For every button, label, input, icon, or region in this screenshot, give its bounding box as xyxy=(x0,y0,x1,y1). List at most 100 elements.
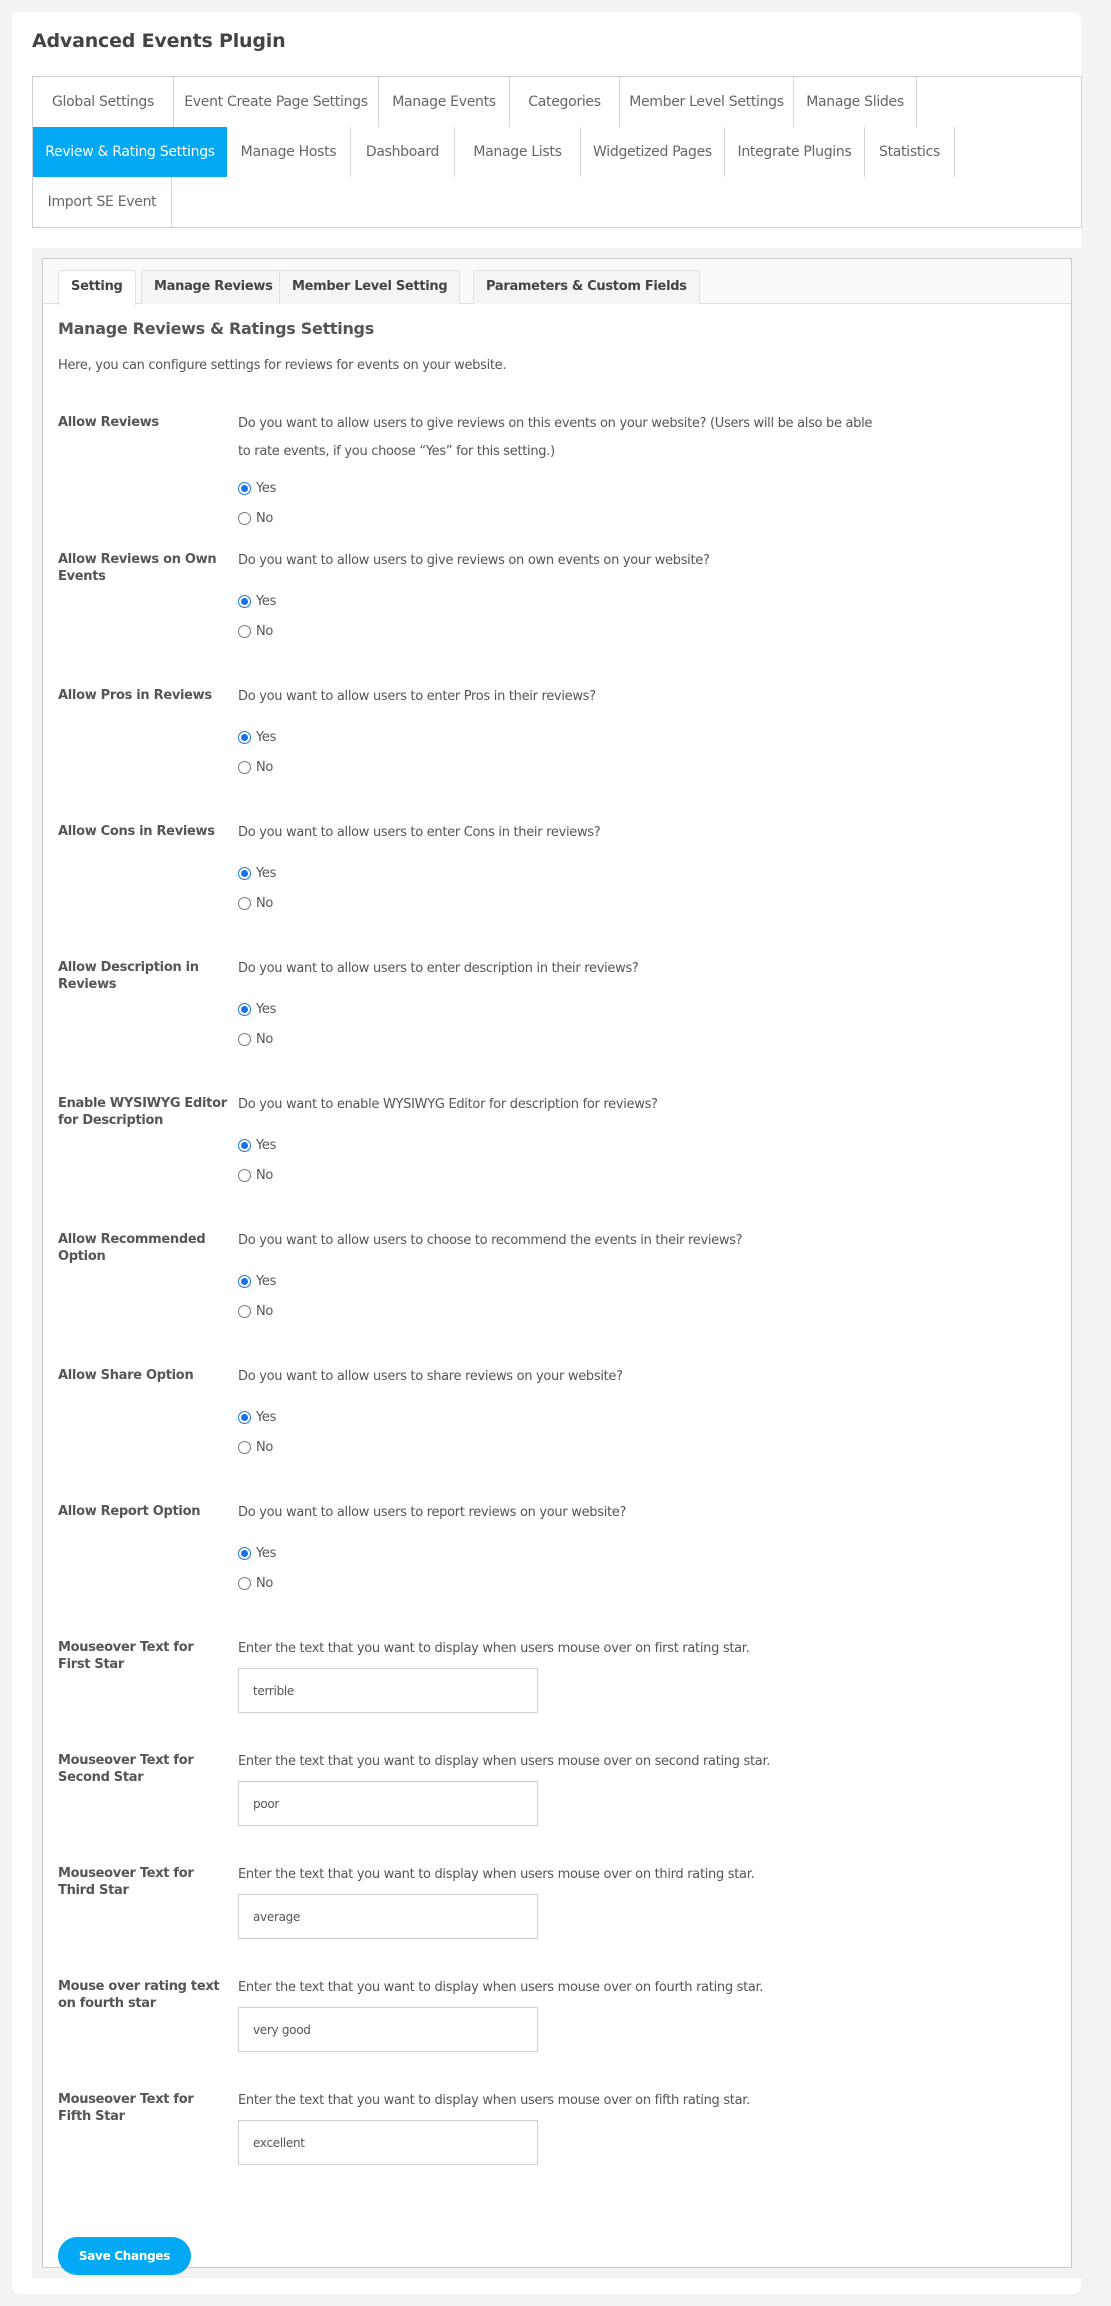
radio-button[interactable] xyxy=(238,482,251,495)
radio-button[interactable] xyxy=(238,1577,251,1590)
star-text-input[interactable] xyxy=(238,2120,538,2165)
radio-label: Yes xyxy=(256,1410,277,1425)
radio-button[interactable] xyxy=(238,1411,251,1424)
main-tab-bar: Global Settings Event Create Page Settin… xyxy=(32,76,1082,228)
setting-description: Do you want to allow users to give revie… xyxy=(238,553,710,568)
setting-description: Do you want to allow users to share revi… xyxy=(238,1369,623,1384)
tab-global-settings[interactable]: Global Settings xyxy=(33,77,174,127)
tab-member-level-settings[interactable]: Member Level Settings xyxy=(620,77,794,127)
setting-label: Allow Reviews on Own Events xyxy=(58,552,217,584)
setting-description: Enter the text that you want to display … xyxy=(238,1641,750,1656)
setting-description: Do you want to allow users to enter Cons… xyxy=(238,825,601,840)
radio-label: No xyxy=(256,511,274,526)
radio-label: No xyxy=(256,1576,274,1591)
setting-label: Allow Pros in Reviews xyxy=(58,688,212,703)
radio-button[interactable] xyxy=(238,1139,251,1152)
save-changes-button[interactable]: Save Changes xyxy=(58,2237,191,2275)
radio-option-no[interactable]: No xyxy=(238,511,273,526)
tab-event-create-page-settings[interactable]: Event Create Page Settings xyxy=(174,77,379,127)
tab-manage-lists[interactable]: Manage Lists xyxy=(455,127,581,177)
sub-tab-bar: Setting Manage Reviews Member Level Sett… xyxy=(43,259,1071,305)
setting-label: Mouse over rating text on fourth star xyxy=(58,1979,220,2011)
radio-button[interactable] xyxy=(238,1033,251,1046)
radio-option-yes[interactable]: Yes xyxy=(238,1138,276,1153)
setting-label: Enable WYSIWYG Editor for Description xyxy=(58,1096,227,1128)
radio-option-yes[interactable]: Yes xyxy=(238,866,276,881)
star-text-input[interactable] xyxy=(238,1781,538,1826)
radio-button[interactable] xyxy=(238,897,251,910)
radio-option-yes[interactable]: Yes xyxy=(238,1002,276,1017)
page-title: Advanced Events Plugin xyxy=(32,30,286,52)
radio-option-no[interactable]: No xyxy=(238,896,273,911)
radio-button[interactable] xyxy=(238,1003,251,1016)
radio-option-no[interactable]: No xyxy=(238,760,273,775)
tab-widgetized-pages[interactable]: Widgetized Pages xyxy=(581,127,725,177)
tab-import-se-event[interactable]: Import SE Event xyxy=(33,177,172,227)
radio-button[interactable] xyxy=(238,1441,251,1454)
radio-button[interactable] xyxy=(238,1169,251,1182)
setting-label: Mouseover Text for Fifth Star xyxy=(58,2092,194,2124)
setting-description: Do you want to allow users to enter Pros… xyxy=(238,689,596,704)
radio-option-no[interactable]: No xyxy=(238,1032,273,1047)
setting-label: Allow Share Option xyxy=(58,1368,194,1383)
radio-label: Yes xyxy=(256,1138,277,1153)
subtab-manage-reviews[interactable]: Manage Reviews xyxy=(141,270,286,304)
radio-label: No xyxy=(256,1168,274,1183)
radio-option-no[interactable]: No xyxy=(238,1168,273,1183)
setting-label: Mouseover Text for First Star xyxy=(58,1640,194,1672)
radio-label: No xyxy=(256,1304,274,1319)
radio-button[interactable] xyxy=(238,1275,251,1288)
radio-option-no[interactable]: No xyxy=(238,1440,273,1455)
radio-option-yes[interactable]: Yes xyxy=(238,594,276,609)
section-description: Here, you can configure settings for rev… xyxy=(58,358,507,373)
tab-manage-hosts[interactable]: Manage Hosts xyxy=(227,127,351,177)
radio-option-no[interactable]: No xyxy=(238,624,273,639)
radio-label: Yes xyxy=(256,594,277,609)
setting-label: Allow Reviews xyxy=(58,415,159,430)
star-text-input[interactable] xyxy=(238,1894,538,1939)
setting-label: Mouseover Text for Third Star xyxy=(58,1866,194,1898)
tab-integrate-plugins[interactable]: Integrate Plugins xyxy=(725,127,865,177)
setting-label: Allow Report Option xyxy=(58,1504,201,1519)
radio-button[interactable] xyxy=(238,731,251,744)
radio-option-yes[interactable]: Yes xyxy=(238,1274,276,1289)
radio-button[interactable] xyxy=(238,625,251,638)
radio-label: Yes xyxy=(256,730,277,745)
setting-description: Do you want to enable WYSIWYG Editor for… xyxy=(238,1097,658,1112)
radio-option-yes[interactable]: Yes xyxy=(238,1410,276,1425)
radio-button[interactable] xyxy=(238,1547,251,1560)
setting-description: Enter the text that you want to display … xyxy=(238,1867,755,1882)
setting-description: Do you want to allow users to report rev… xyxy=(238,1505,627,1520)
radio-button[interactable] xyxy=(238,512,251,525)
subtab-parameters-custom-fields[interactable]: Parameters & Custom Fields xyxy=(473,270,700,304)
settings-wrapper: Setting Manage Reviews Member Level Sett… xyxy=(32,248,1082,2278)
tab-manage-slides[interactable]: Manage Slides xyxy=(794,77,917,127)
subtab-member-level-setting[interactable]: Member Level Setting xyxy=(279,270,461,304)
settings-panel: Setting Manage Reviews Member Level Sett… xyxy=(42,258,1072,2275)
subtab-setting[interactable]: Setting xyxy=(58,270,136,305)
setting-description: Enter the text that you want to display … xyxy=(238,2093,750,2108)
radio-button[interactable] xyxy=(238,595,251,608)
radio-label: No xyxy=(256,1440,274,1455)
star-text-input[interactable] xyxy=(238,1668,538,1713)
star-text-input[interactable] xyxy=(238,2007,538,2052)
setting-label: Allow Description in Reviews xyxy=(58,960,199,992)
radio-label: Yes xyxy=(256,481,277,496)
radio-option-yes[interactable]: Yes xyxy=(238,1546,276,1561)
tab-dashboard[interactable]: Dashboard xyxy=(351,127,455,177)
radio-button[interactable] xyxy=(238,867,251,880)
radio-button[interactable] xyxy=(238,1305,251,1318)
setting-label: Mouseover Text for Second Star xyxy=(58,1753,194,1785)
radio-label: No xyxy=(256,1032,274,1047)
tab-categories[interactable]: Categories xyxy=(510,77,620,127)
setting-label: Allow Cons in Reviews xyxy=(58,824,215,839)
tab-review-rating-settings[interactable]: Review & Rating Settings xyxy=(33,127,227,177)
tab-statistics[interactable]: Statistics xyxy=(865,127,955,177)
tab-manage-events[interactable]: Manage Events xyxy=(379,77,510,127)
radio-option-no[interactable]: No xyxy=(238,1576,273,1591)
radio-option-no[interactable]: No xyxy=(238,1304,273,1319)
radio-button[interactable] xyxy=(238,761,251,774)
radio-option-yes[interactable]: Yes xyxy=(238,730,276,745)
radio-label: Yes xyxy=(256,1002,277,1017)
radio-option-yes[interactable]: Yes xyxy=(238,481,276,496)
